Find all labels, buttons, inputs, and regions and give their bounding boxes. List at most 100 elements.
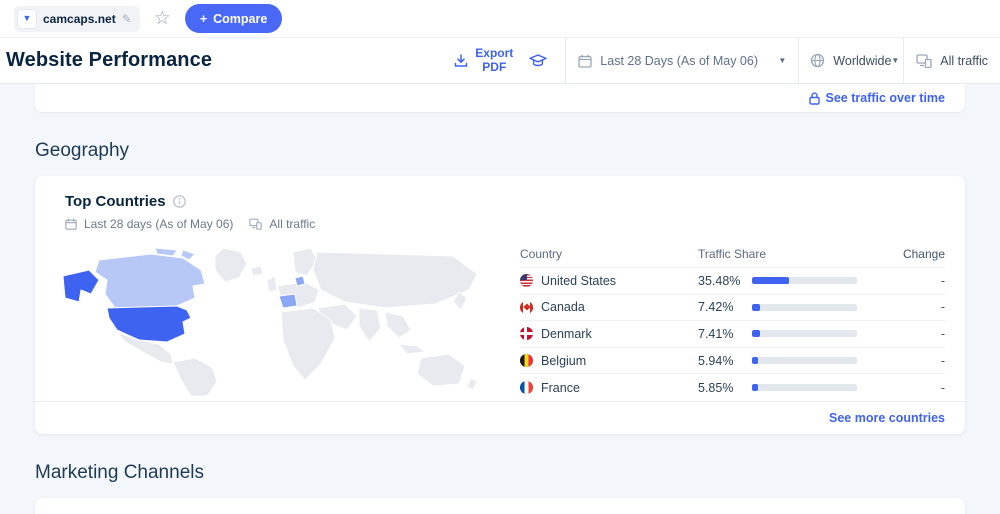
flag-us-icon — [520, 274, 533, 287]
country-cell: Denmark — [520, 327, 698, 341]
table-row[interactable]: United States 35.48% - — [520, 268, 945, 295]
map-africa — [281, 308, 335, 380]
traffic-type-value: All traffic — [940, 54, 988, 68]
share-bar-track — [752, 384, 857, 391]
traffic-share-cell: 7.41% — [698, 327, 885, 341]
devices-icon — [916, 54, 932, 68]
date-range-selector[interactable]: Last 28 Days (As of May 06) ▼ — [566, 38, 798, 83]
globe-icon — [810, 53, 825, 68]
top-countries-card: Top Countries Last 28 days (As of May 06… — [35, 176, 965, 434]
see-more-countries-link[interactable]: See more countries — [829, 411, 945, 425]
map-canada — [95, 254, 205, 308]
share-bar-fill — [752, 330, 760, 337]
chevron-down-icon: ▼ — [778, 56, 786, 65]
country-cell: France — [520, 381, 698, 395]
see-traffic-over-time-link[interactable]: See traffic over time — [809, 91, 946, 105]
traffic-teaser-card: See traffic over time — [35, 84, 965, 112]
download-icon — [454, 54, 468, 68]
traffic-share-cell: 35.48% — [698, 274, 885, 288]
share-bar-track — [752, 330, 857, 337]
compare-button[interactable]: + Compare — [185, 4, 283, 33]
share-bar-fill — [752, 384, 758, 391]
table-row[interactable]: Belgium 5.94% - — [520, 348, 945, 375]
flag-ca-icon — [520, 301, 533, 314]
compare-button-label: Compare — [213, 12, 267, 26]
country-name: Belgium — [541, 354, 586, 368]
map-denmark — [295, 276, 305, 286]
share-bar-track — [752, 277, 857, 284]
change-cell: - — [885, 327, 945, 341]
flag-fr-icon — [520, 381, 533, 394]
page-title: Website Performance — [6, 49, 212, 72]
world-map[interactable] — [35, 240, 520, 401]
export-pdf-button[interactable]: Export PDF — [454, 47, 513, 75]
share-bar-track — [752, 357, 857, 364]
marketing-channels-section-title: Marketing Channels — [35, 462, 1000, 484]
map-australia — [417, 354, 465, 386]
channels-overview-card: Channels overview — [35, 498, 965, 514]
traffic-share-cell: 7.42% — [698, 300, 885, 314]
topbar: ▼ camcaps.net ✎ ☆ + Compare — [0, 0, 1000, 38]
change-cell: - — [885, 300, 945, 314]
traffic-share-cell: 5.94% — [698, 354, 885, 368]
share-value: 7.42% — [698, 300, 744, 314]
date-range-value: Last 28 Days (As of May 06) — [600, 54, 758, 68]
countries-table-header: Country Traffic Share Change — [520, 240, 945, 268]
devices-icon — [249, 218, 262, 230]
lock-icon — [809, 92, 820, 105]
region-value: Worldwide — [833, 54, 891, 68]
top-countries-title: Top Countries — [65, 193, 166, 210]
change-cell: - — [885, 354, 945, 368]
table-row[interactable]: France5.85% - — [520, 374, 945, 401]
country-name: Denmark — [541, 327, 592, 341]
share-bar-fill — [752, 357, 758, 364]
country-name: United States — [541, 274, 616, 288]
flag-dk-icon — [520, 327, 533, 340]
calendar-icon — [65, 218, 77, 230]
geography-section-title: Geography — [35, 140, 1000, 162]
top-countries-card-header: Top Countries Last 28 days (As of May 06… — [35, 176, 965, 240]
traffic-type-selector[interactable]: All traffic — [904, 38, 1000, 83]
info-icon[interactable] — [173, 195, 186, 208]
card-date-label: Last 28 days (As of May 06) — [84, 217, 233, 231]
map-france-belgium — [279, 294, 297, 308]
share-value: 5.94% — [698, 354, 744, 368]
domain-name: camcaps.net — [43, 12, 116, 26]
table-row[interactable]: Denmark 7.41% - — [520, 321, 945, 348]
map-greenland — [215, 248, 247, 282]
column-header-country: Country — [520, 247, 698, 261]
map-india — [359, 308, 381, 342]
share-value: 35.48% — [698, 274, 744, 288]
top-countries-footer: See more countries — [35, 401, 965, 434]
map-south-america — [173, 358, 217, 396]
calendar-icon — [578, 54, 592, 68]
export-label-line1: Export — [475, 46, 513, 60]
see-more-countries-label: See more countries — [829, 411, 945, 425]
domain-pill[interactable]: ▼ camcaps.net ✎ — [14, 6, 140, 32]
country-cell: Belgium — [520, 354, 698, 368]
favorite-star-icon[interactable]: ☆ — [152, 9, 173, 28]
map-usa — [107, 306, 191, 342]
map-indonesia — [399, 344, 425, 354]
table-row[interactable]: Canada 7.42% - — [520, 295, 945, 322]
countries-table: Country Traffic Share Change United Stat… — [520, 240, 945, 401]
change-cell: - — [885, 274, 945, 288]
plus-icon: + — [200, 12, 207, 26]
top-countries-body: Country Traffic Share Change United Stat… — [35, 240, 965, 401]
region-selector[interactable]: Worldwide ▼ — [799, 38, 903, 83]
learn-graduation-cap-icon[interactable] — [529, 54, 547, 68]
share-value: 5.85% — [698, 381, 744, 395]
country-name: Canada — [541, 300, 585, 314]
map-iceland — [251, 266, 263, 276]
site-favicon-icon: ▼ — [17, 9, 37, 29]
change-cell: - — [885, 381, 945, 395]
edit-pencil-icon[interactable]: ✎ — [122, 12, 132, 26]
countries-table-body: United States 35.48% - Canada 7.42% - Denmark 7… — [520, 268, 945, 401]
share-bar-track — [752, 304, 857, 311]
page-header: Website Performance Export PDF Last 28 D… — [0, 38, 1000, 84]
card-traffic-label: All traffic — [269, 217, 315, 231]
share-value: 7.41% — [698, 327, 744, 341]
map-asia — [313, 252, 477, 308]
country-cell: United States — [520, 274, 698, 288]
export-label-line2: PDF — [482, 60, 506, 74]
